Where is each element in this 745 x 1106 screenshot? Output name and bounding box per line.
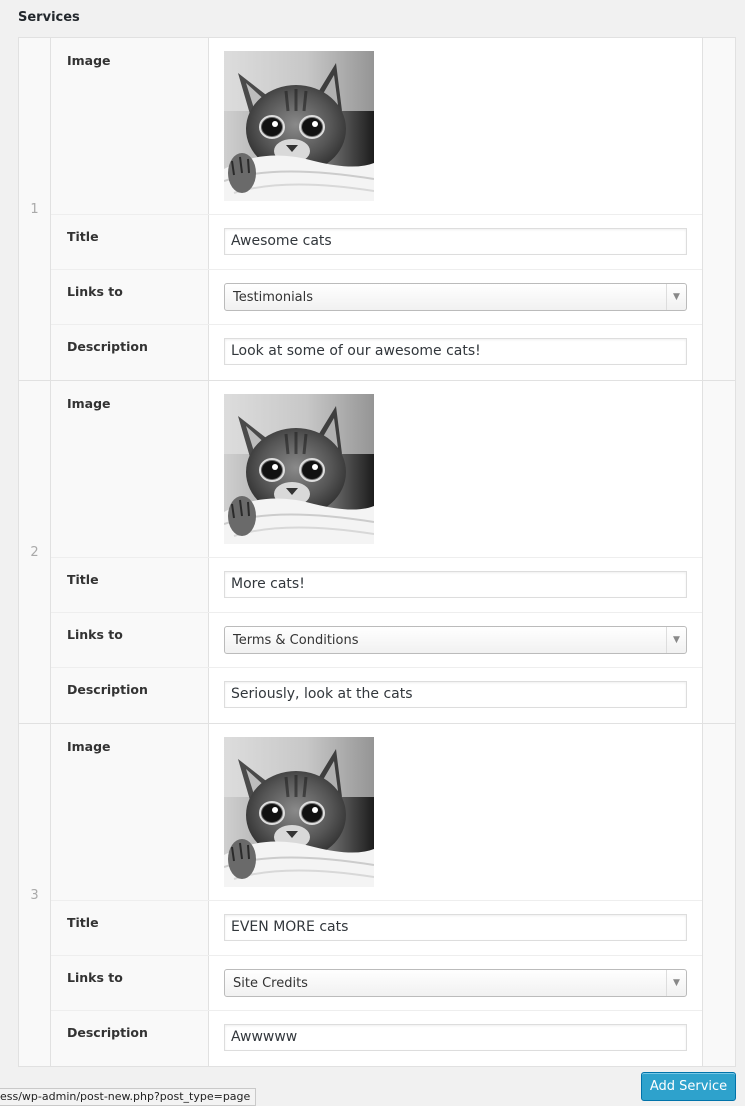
repeater-row: 3 Image Title EVEN MORE cats Links to Si… bbox=[19, 724, 735, 1066]
kitten-image[interactable] bbox=[224, 394, 374, 544]
title-field: Title More cats! bbox=[51, 558, 702, 613]
image-field: Image bbox=[51, 724, 702, 901]
links-to-select[interactable]: Terms & Conditions ▼ bbox=[224, 626, 687, 654]
kitten-image[interactable] bbox=[224, 737, 374, 887]
image-label: Image bbox=[51, 381, 209, 557]
row-actions-handle[interactable] bbox=[702, 381, 735, 723]
links-to-label: Links to bbox=[51, 270, 209, 324]
links-to-selected-value: Site Credits bbox=[233, 975, 308, 991]
image-field: Image bbox=[51, 38, 702, 215]
row-drag-handle[interactable]: 1 bbox=[19, 38, 51, 380]
image-field: Image bbox=[51, 381, 702, 558]
title-field: Title EVEN MORE cats bbox=[51, 901, 702, 956]
row-index: 3 bbox=[30, 887, 39, 903]
description-label: Description bbox=[51, 668, 209, 723]
kitten-image[interactable] bbox=[224, 51, 374, 201]
title-label: Title bbox=[51, 901, 209, 955]
row-index: 1 bbox=[30, 201, 39, 217]
image-label: Image bbox=[51, 38, 209, 214]
links-to-label: Links to bbox=[51, 956, 209, 1010]
chevron-down-icon[interactable]: ▼ bbox=[666, 284, 686, 310]
description-input[interactable]: Look at some of our awesome cats! bbox=[224, 338, 687, 365]
title-label: Title bbox=[51, 215, 209, 269]
title-label: Title bbox=[51, 558, 209, 612]
row-actions-handle[interactable] bbox=[702, 38, 735, 380]
row-drag-handle[interactable]: 2 bbox=[19, 381, 51, 723]
description-field: Description Awwwww bbox=[51, 1011, 702, 1066]
row-fields: Image Title More cats! Links to Terms & … bbox=[51, 381, 702, 723]
links-to-select[interactable]: Site Credits ▼ bbox=[224, 969, 687, 997]
description-input[interactable]: Awwwww bbox=[224, 1024, 687, 1051]
description-label: Description bbox=[51, 325, 209, 380]
title-field: Title Awesome cats bbox=[51, 215, 702, 270]
description-input[interactable]: Seriously, look at the cats bbox=[224, 681, 687, 708]
row-index: 2 bbox=[30, 544, 39, 560]
title-input[interactable]: Awesome cats bbox=[224, 228, 687, 255]
chevron-down-icon[interactable]: ▼ bbox=[666, 970, 686, 996]
links-to-selected-value: Testimonials bbox=[233, 289, 314, 305]
links-to-field: Links to Site Credits ▼ bbox=[51, 956, 702, 1011]
links-to-field: Links to Testimonials ▼ bbox=[51, 270, 702, 325]
description-field: Description Seriously, look at the cats bbox=[51, 668, 702, 723]
status-bar-url: ess/wp-admin/post-new.php?post_type=page bbox=[0, 1088, 257, 1106]
services-repeater: 1 Image Title Awesome cats Links to Test… bbox=[18, 37, 736, 1067]
description-field: Description Look at some of our awesome … bbox=[51, 325, 702, 380]
row-fields: Image Title EVEN MORE cats Links to Site… bbox=[51, 724, 702, 1066]
title-input[interactable]: EVEN MORE cats bbox=[224, 914, 687, 941]
row-actions-handle[interactable] bbox=[702, 724, 735, 1066]
repeater-row: 1 Image Title Awesome cats Links to Test… bbox=[19, 38, 735, 381]
links-to-field: Links to Terms & Conditions ▼ bbox=[51, 613, 702, 668]
row-drag-handle[interactable]: 3 bbox=[19, 724, 51, 1066]
section-label: Services bbox=[18, 10, 80, 25]
repeater-row: 2 Image Title More cats! Links to Terms … bbox=[19, 381, 735, 724]
links-to-selected-value: Terms & Conditions bbox=[233, 632, 359, 648]
row-fields: Image Title Awesome cats Links to Testim… bbox=[51, 38, 702, 380]
description-label: Description bbox=[51, 1011, 209, 1066]
image-label: Image bbox=[51, 724, 209, 900]
title-input[interactable]: More cats! bbox=[224, 571, 687, 598]
add-service-button[interactable]: Add Service bbox=[641, 1072, 736, 1101]
links-to-select[interactable]: Testimonials ▼ bbox=[224, 283, 687, 311]
links-to-label: Links to bbox=[51, 613, 209, 667]
chevron-down-icon[interactable]: ▼ bbox=[666, 627, 686, 653]
